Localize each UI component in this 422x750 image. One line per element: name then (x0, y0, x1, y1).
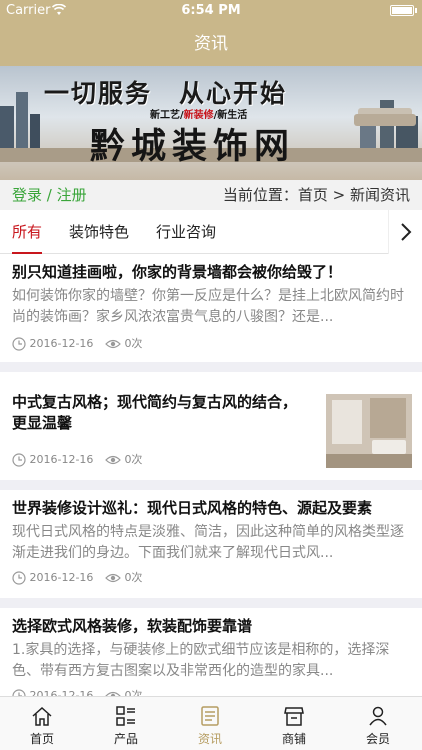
tabbar-label: 产品 (113, 732, 138, 746)
article-date: 2016-12-16 (29, 337, 94, 350)
living-room-photo (326, 394, 412, 468)
article-card[interactable]: 世界装修设计巡礼：现代日式风格的特色、源起及要素 现代日式风格的特点是淡雅、简洁… (0, 490, 422, 598)
tabs-more-button[interactable] (388, 210, 422, 254)
article-meta: 2016-12-16 0次 (12, 688, 142, 696)
login-register-link[interactable]: 登录 / 注册 (12, 180, 87, 210)
article-list: 别只知道挂画啦，你家的背景墙都会被你给毁了！ 如何装饰你家的墙壁？你第一反应是什… (0, 254, 422, 696)
status-bar: Carrier 6:54 PM (0, 0, 422, 22)
tabbar-label: 资讯 (197, 732, 222, 746)
eye-icon (105, 339, 121, 349)
article-date: 2016-12-16 (29, 689, 94, 696)
user-icon (369, 706, 387, 726)
sofa-illustration (354, 108, 416, 126)
tabbar-label: 商铺 (281, 732, 306, 746)
banner-slogan: 一切服务 从心开始 (44, 79, 288, 108)
tabbar-news[interactable]: 资讯 (168, 697, 252, 750)
article-views: 0次 (124, 571, 143, 584)
tabbar-member[interactable]: 会员 (336, 697, 420, 750)
clock-icon (12, 571, 26, 585)
article-title-line-1: 中式复古风格；现代简约与复古风的结合， (12, 393, 298, 411)
article-card[interactable]: 别只知道挂画啦，你家的背景墙都会被你给毁了！ 如何装饰你家的墙壁？你第一反应是什… (0, 254, 422, 362)
article-title: 选择欧式风格装修，软装配饰要靠谱 (12, 617, 253, 635)
article-meta: 2016-12-16 0次 (12, 570, 142, 586)
article-meta: 2016-12-16 0次 (12, 336, 142, 352)
article-card[interactable]: 选择欧式风格装修，软装配饰要靠谱 1.家具的选择，与硬装修上的欧式细节应该是相称… (0, 608, 422, 696)
tabbar-label: 会员 (365, 732, 390, 746)
article-title: 世界装修设计巡礼：现代日式风格的特色、源起及要素 (12, 499, 373, 517)
breadcrumb: 当前位置：首页 > 新闻资讯 (222, 186, 410, 204)
chevron-right-icon (401, 223, 412, 241)
category-tabs: 所有 装饰特色 行业咨询 (0, 210, 422, 254)
nav-bar: 资讯 (0, 22, 422, 66)
tabbar-home[interactable]: 首页 (0, 697, 84, 750)
article-title: 别只知道挂画啦，你家的背景墙都会被你给毁了！ (12, 263, 343, 281)
tabbar-label: 首页 (29, 732, 54, 746)
article-summary: 现代日式风格的特点是淡雅、简洁，因此这种简单的风格类型逐渐走进我们的身边。下面我… (12, 524, 404, 561)
home-icon (32, 706, 52, 726)
clock: 6:54 PM (181, 3, 241, 18)
article-thumbnail (326, 394, 412, 468)
tab-decoration-features[interactable]: 装饰特色 (69, 210, 129, 254)
clock-icon (12, 453, 26, 467)
article-date: 2016-12-16 (29, 453, 94, 466)
clock-icon (12, 689, 26, 696)
article-title-line-2: 更显温馨 (12, 414, 73, 432)
article-date: 2016-12-16 (29, 571, 94, 584)
news-icon (201, 706, 219, 726)
tabbar-products[interactable]: 产品 (84, 697, 168, 750)
login-breadcrumb-bar: 登录 / 注册 当前位置：首页 > 新闻资讯 (0, 180, 422, 210)
article-summary: 1.家具的选择，与硬装修上的欧式细节应该是相称的，选择深色、带有西方复古图案以及… (12, 642, 390, 679)
battery-tip (415, 8, 417, 13)
tab-all[interactable]: 所有 (12, 210, 43, 254)
article-views: 0次 (124, 337, 143, 350)
tabbar-store[interactable]: 商铺 (252, 697, 336, 750)
article-summary: 如何装饰你家的墙壁？你第一反应是什么？是挂上北欧风简约时尚的装饰画？家乡风浓浓富… (12, 288, 404, 325)
store-icon (284, 707, 304, 726)
banner-logo-text: 黔城装饰网 (90, 126, 296, 167)
banner[interactable]: 一切服务 从心开始 新工艺/新装修/新生活 黔城装饰网 (0, 66, 422, 180)
clock-icon (12, 337, 26, 351)
bottom-tab-bar: 首页 产品 资讯 商铺 会员 (0, 696, 422, 750)
battery-icon (390, 5, 414, 16)
eye-icon (105, 573, 121, 583)
article-meta: 2016-12-16 0次 (12, 452, 142, 468)
eye-icon (105, 455, 121, 465)
tab-industry-news[interactable]: 行业咨询 (156, 210, 216, 254)
page-title: 资讯 (194, 34, 228, 54)
article-views: 0次 (124, 453, 143, 466)
article-card[interactable]: 中式复古风格；现代简约与复古风的结合， 更显温馨 2016-12-16 0次 (0, 372, 422, 480)
grid-list-icon (116, 706, 135, 726)
article-views: 0次 (124, 689, 143, 696)
